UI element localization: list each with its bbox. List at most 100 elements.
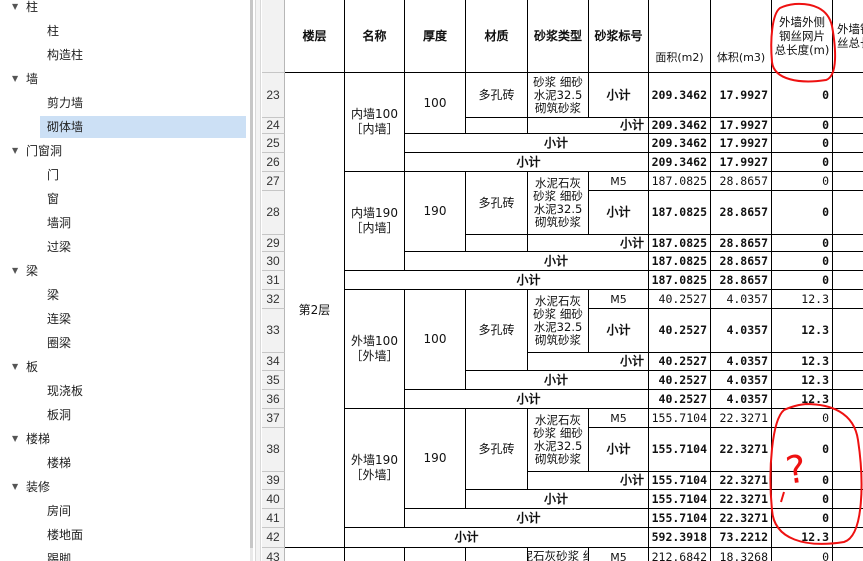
area-cell[interactable]: 155.7104 [649, 409, 711, 428]
tree-group-slab[interactable]: ▼ 板 [12, 356, 38, 378]
row-number[interactable]: 27 [262, 172, 285, 191]
volume-cell[interactable]: 4.0357 [711, 290, 772, 309]
next-column-cell[interactable] [833, 134, 863, 153]
next-column-cell[interactable] [833, 309, 863, 353]
row-number[interactable]: 30 [262, 252, 285, 271]
mortar-type-cell[interactable]: 水泥石灰砂浆 细砂 [528, 548, 589, 561]
total-mesh-length-cell[interactable]: 12.3 [772, 528, 833, 548]
tree-group-stairs[interactable]: ▼ 楼梯 [12, 428, 50, 450]
collapse-triangle-icon[interactable]: ▼ [12, 356, 22, 378]
tree-item-lintel[interactable]: 过梁 [47, 236, 71, 258]
mesh-length-cell[interactable]: 0 [772, 235, 833, 252]
area-cell[interactable]: 40.2527 [649, 371, 711, 390]
mesh-length-cell[interactable]: 0 [772, 73, 833, 118]
tree-group-wall[interactable]: ▼ 墙 [12, 68, 38, 90]
tree-group-decoration[interactable]: ▼ 装修 [12, 476, 50, 498]
header-mortar-grade[interactable]: 砂浆标号 [589, 0, 649, 73]
row-number[interactable]: 32 [262, 290, 285, 309]
area-cell[interactable]: 187.0825 [649, 172, 711, 191]
thickness-cell[interactable]: 100 [405, 73, 466, 134]
mesh-length-cell[interactable]: 0 [772, 548, 833, 561]
row-number[interactable]: 23 [262, 73, 285, 118]
thickness-cell[interactable]: 190 [405, 172, 466, 252]
mesh-length-cell[interactable]: 0 [772, 409, 833, 428]
mortar-grade-cell[interactable]: M5 [589, 172, 649, 191]
row-number[interactable]: 31 [262, 271, 285, 290]
area-cell[interactable]: 155.7104 [649, 490, 711, 509]
mortar-type-cell[interactable]: 水泥石灰砂浆 细砂 水泥32.5砌筑砂浆 [528, 409, 589, 472]
area-cell[interactable]: 40.2527 [649, 353, 711, 371]
header-name[interactable]: 名称 [345, 0, 405, 73]
next-column-cell[interactable] [833, 153, 863, 172]
next-column-cell[interactable] [833, 271, 863, 290]
collapse-triangle-icon[interactable]: ▼ [12, 0, 22, 18]
volume-cell[interactable]: 18.3268 [711, 548, 772, 561]
material-cell[interactable] [466, 472, 528, 490]
total-volume-cell[interactable]: 73.2212 [711, 528, 772, 548]
area-cell[interactable]: 212.6842 [649, 548, 711, 561]
tree-group-beam[interactable]: ▼ 梁 [12, 260, 38, 282]
row-number[interactable]: 29 [262, 235, 285, 252]
mesh-length-cell[interactable]: 0 [772, 172, 833, 191]
header-material[interactable]: 材质 [466, 0, 528, 73]
next-column-cell[interactable] [833, 73, 863, 118]
volume-cell[interactable]: 28.8657 [711, 235, 772, 252]
volume-cell[interactable]: 4.0357 [711, 371, 772, 390]
collapse-triangle-icon[interactable]: ▼ [12, 476, 22, 498]
next-column-cell[interactable] [833, 509, 863, 528]
material-cell[interactable] [466, 118, 528, 134]
row-number[interactable]: 26 [262, 153, 285, 172]
area-cell[interactable]: 209.3462 [649, 118, 711, 134]
next-column-cell[interactable] [833, 235, 863, 252]
tree-item-beam[interactable]: 梁 [47, 284, 59, 306]
collapse-triangle-icon[interactable]: ▼ [12, 428, 22, 450]
area-cell[interactable]: 187.0825 [649, 235, 711, 252]
material-cell[interactable]: 多孔砖 [466, 73, 528, 118]
total-area-cell[interactable]: 592.3918 [649, 528, 711, 548]
mesh-length-cell[interactable]: 0 [772, 509, 833, 528]
next-column-cell[interactable] [833, 371, 863, 390]
area-cell[interactable]: 187.0825 [649, 252, 711, 271]
mesh-length-cell[interactable]: 0 [772, 191, 833, 235]
area-cell[interactable]: 209.3462 [649, 153, 711, 172]
material-cell[interactable] [466, 548, 528, 561]
volume-cell[interactable]: 17.9927 [711, 118, 772, 134]
volume-cell[interactable]: 22.3271 [711, 409, 772, 428]
mesh-length-cell[interactable]: 12.3 [772, 371, 833, 390]
row-number[interactable]: 34 [262, 353, 285, 371]
mesh-length-cell[interactable]: 12.3 [772, 390, 833, 409]
tree-item-shear-wall[interactable]: 剪力墙 [47, 92, 83, 114]
volume-cell[interactable]: 17.9927 [711, 73, 772, 118]
volume-cell[interactable]: 28.8657 [711, 252, 772, 271]
volume-cell[interactable]: 28.8657 [711, 271, 772, 290]
header-area[interactable]: 面积(m2) [649, 0, 711, 73]
tree-item-floor-finish[interactable]: 楼地面 [47, 524, 83, 546]
volume-cell[interactable]: 4.0357 [711, 309, 772, 353]
area-cell[interactable]: 155.7104 [649, 509, 711, 528]
material-cell[interactable]: 多孔砖 [466, 172, 528, 235]
volume-cell[interactable]: 22.3271 [711, 509, 772, 528]
area-cell[interactable]: 187.0825 [649, 271, 711, 290]
volume-cell[interactable]: 17.9927 [711, 134, 772, 153]
mesh-length-cell[interactable]: 0 [772, 428, 833, 472]
header-mortar-type[interactable]: 砂浆类型 [528, 0, 589, 73]
collapse-triangle-icon[interactable]: ▼ [12, 260, 22, 282]
next-column-cell[interactable] [833, 428, 863, 472]
next-column-cell[interactable] [833, 472, 863, 490]
next-column-cell[interactable] [833, 353, 863, 371]
next-column-cell[interactable] [833, 191, 863, 235]
tree-item-slab-hole[interactable]: 板洞 [47, 404, 71, 426]
scrollbar-thumb[interactable] [250, 0, 253, 548]
material-cell[interactable] [466, 235, 528, 252]
next-column-cell[interactable] [833, 252, 863, 271]
volume-cell[interactable]: 4.0357 [711, 353, 772, 371]
floor-cell[interactable]: 第2层 [285, 73, 345, 548]
row-number[interactable]: 39 [262, 472, 285, 490]
panel-splitter[interactable] [255, 0, 261, 561]
row-number[interactable]: 25 [262, 134, 285, 153]
tree-scrollbar[interactable] [250, 0, 253, 561]
thickness-cell[interactable] [405, 548, 466, 561]
next-column-cell[interactable] [833, 118, 863, 134]
mesh-length-cell[interactable]: 0 [772, 153, 833, 172]
tree-item-masonry-wall[interactable]: 砌体墙 [40, 116, 246, 138]
